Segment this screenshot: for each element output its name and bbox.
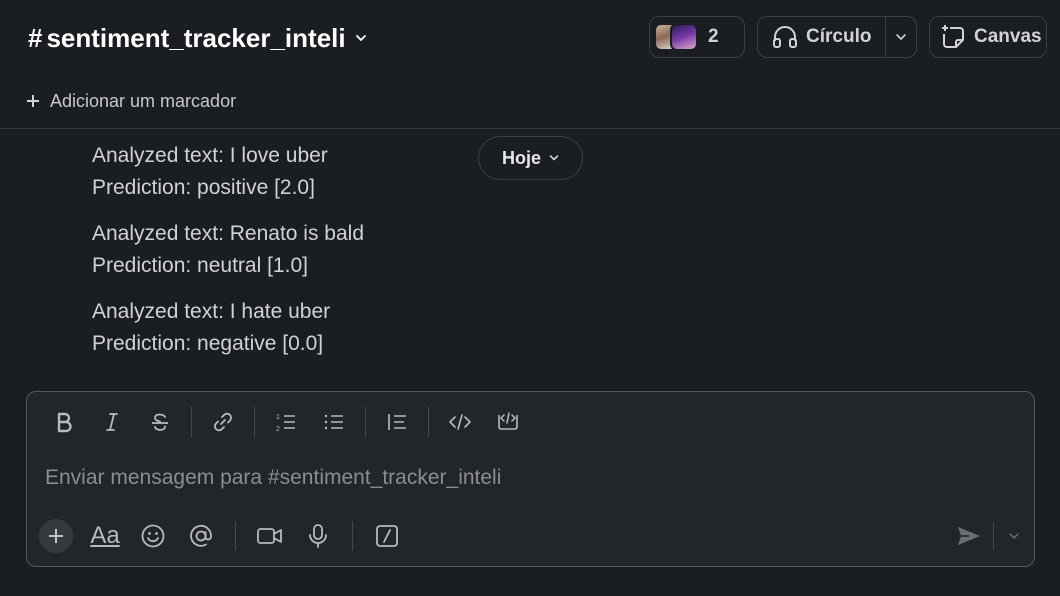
blockquote-button[interactable] [378,405,416,439]
code-icon [449,414,471,430]
format-icon: Aa [90,522,120,549]
members-button[interactable]: 2 [649,16,745,58]
mention-icon [190,524,212,547]
send-icon [958,527,980,545]
bulleted-list-button[interactable] [315,405,353,439]
add-bookmark-label: Adicionar um marcador [50,90,237,111]
format-button[interactable]: Aa [87,519,123,553]
toolbar-separator [428,407,429,437]
canvas-label: Canvas [974,26,1042,47]
bold-icon [57,412,72,433]
shortcuts-button[interactable] [369,519,405,553]
send-button[interactable] [951,519,987,553]
message-prediction: Prediction: positive [2.0] [92,176,315,199]
chevron-down-icon [549,155,559,161]
schedule-send-button[interactable] [1002,519,1026,553]
huddle-button[interactable]: Círculo [758,17,886,57]
message-analyzed-text: Analyzed text: I hate uber [92,300,331,323]
huddle-options-button[interactable] [886,17,916,57]
canvas-icon [942,25,964,48]
mention-button[interactable] [183,519,219,553]
composer-actions: Aa [39,518,417,554]
chevron-down-icon [896,34,906,41]
headphones-icon [773,26,797,48]
toolbar-separator [235,521,236,551]
video-clip-button[interactable] [252,519,288,553]
header-divider [0,128,1060,129]
video-icon [257,528,282,544]
link-icon [214,412,232,432]
huddle-label: Círculo [806,26,872,47]
chevron-down-icon [355,35,366,41]
ordered-list-icon: 12 [276,414,295,433]
shortcuts-icon [376,525,398,547]
strikethrough-icon [152,413,168,431]
italic-button[interactable] [93,405,131,439]
message-item: Analyzed text: I love uber Prediction: p… [92,140,472,204]
attach-button[interactable] [39,519,73,553]
blockquote-icon [388,414,406,430]
ordered-list-button[interactable]: 12 [267,405,305,439]
formatting-toolbar: 12 [45,404,537,440]
date-divider-label: Hoje [501,147,541,168]
message-prediction: Prediction: neutral [1.0] [92,254,308,277]
channel-title-button[interactable]: # sentiment_tracker_inteli [28,20,368,56]
date-divider-button[interactable]: Hoje [478,136,583,180]
code-block-icon [498,412,518,430]
plus-icon [27,95,39,107]
bold-button[interactable] [45,405,83,439]
code-block-button[interactable] [489,405,527,439]
code-button[interactable] [441,405,479,439]
canvas-button[interactable]: Canvas [929,16,1047,58]
message-item: Analyzed text: I hate uber Prediction: n… [92,296,472,360]
svg-text:2: 2 [276,426,280,433]
bulleted-list-icon [324,414,343,430]
toolbar-separator [191,407,192,437]
emoji-icon [141,524,165,548]
message-prediction: Prediction: negative [0.0] [92,332,324,355]
message-analyzed-text: Analyzed text: I love uber [92,144,328,167]
add-bookmark-button[interactable]: Adicionar um marcador [26,88,236,114]
message-composer: 12 Aa [26,391,1035,567]
strikethrough-button[interactable] [141,405,179,439]
svg-text:1: 1 [276,414,280,421]
huddle-button-group: Círculo [757,16,917,58]
message-list: Analyzed text: I love uber Prediction: p… [92,140,472,374]
message-input[interactable] [45,460,1005,496]
toolbar-separator [352,521,353,551]
channel-name: sentiment_tracker_inteli [46,22,346,53]
chevron-down-icon [1009,533,1019,540]
link-button[interactable] [204,405,242,439]
message-analyzed-text: Analyzed text: Renato is bald [92,222,364,245]
message-item: Analyzed text: Renato is bald Prediction… [92,218,472,282]
emoji-button[interactable] [135,519,171,553]
plus-icon [49,529,63,543]
toolbar-separator [365,407,366,437]
channel-header: # sentiment_tracker_inteli 2 Círculo Can… [0,0,1060,76]
send-controls [951,518,1026,554]
member-count: 2 [708,26,719,47]
microphone-icon [309,524,327,548]
toolbar-separator [254,407,255,437]
avatar [670,23,698,51]
italic-icon [106,413,118,431]
send-separator [993,522,994,550]
channel-hash: # [28,22,43,53]
audio-clip-button[interactable] [300,519,336,553]
